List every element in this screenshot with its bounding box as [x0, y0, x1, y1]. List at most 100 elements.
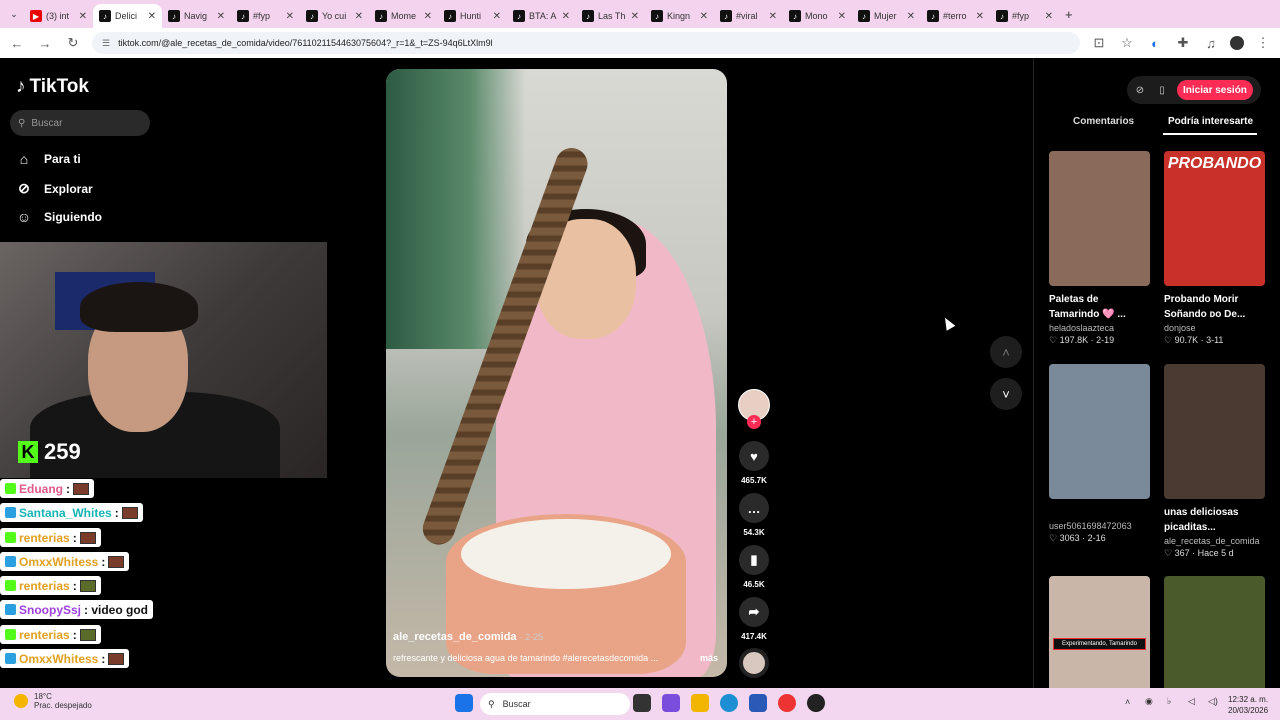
share-icon[interactable]: ➦: [739, 597, 769, 627]
extension-icon[interactable]: ◐: [1146, 36, 1164, 51]
tab-close-icon[interactable]: ✕: [700, 11, 708, 22]
mic-icon[interactable]: ♭: [1167, 696, 1171, 707]
tray-chevron-icon[interactable]: ˄: [1125, 697, 1130, 707]
video-thumbnail[interactable]: [1164, 364, 1265, 499]
menu-icon[interactable]: ⋮: [1254, 35, 1272, 51]
browser-tab[interactable]: ♪ Yo cui ✕: [300, 4, 369, 28]
nav-explore[interactable]: ⊘ Explorar: [16, 180, 93, 197]
reload-icon[interactable]: ↻: [64, 35, 82, 51]
tab-close-icon[interactable]: ✕: [286, 11, 294, 22]
tab-close-icon[interactable]: ✕: [148, 11, 156, 22]
tab-close-icon[interactable]: ✕: [355, 11, 363, 22]
tab-close-icon[interactable]: ✕: [493, 11, 501, 22]
profile-avatar[interactable]: [1230, 36, 1244, 50]
tab-comments[interactable]: Comentarios: [1073, 116, 1134, 127]
chat-username[interactable]: OmxxWhitess: [19, 652, 98, 666]
chat-username[interactable]: Eduang: [19, 482, 63, 496]
volume-icon[interactable]: ◁): [1208, 696, 1218, 707]
start-icon[interactable]: [455, 694, 473, 712]
edge-icon[interactable]: [720, 694, 738, 712]
suggested-video-card[interactable]: PROBANDO Probando Morir Soñando ᴅᴏ De... d…: [1164, 151, 1265, 346]
chat-username[interactable]: SnoopySsj: [19, 603, 81, 617]
chevron-up-icon[interactable]: ˄: [990, 336, 1022, 368]
music-disc[interactable]: [739, 648, 769, 678]
browser-tab[interactable]: ♪ Navig ✕: [162, 4, 231, 28]
suggested-video-card[interactable]: Paletas de Tamarindo 🩷 ... heladoslaaztec…: [1049, 151, 1150, 346]
browser-tab[interactable]: ♪ Mome ✕: [369, 4, 438, 28]
speaker-icon[interactable]: ◁: [1188, 696, 1195, 707]
tab-close-icon[interactable]: ✕: [1045, 11, 1053, 22]
browser-tab[interactable]: ♪ Las Th ✕: [576, 4, 645, 28]
tab-close-icon[interactable]: ✕: [79, 11, 87, 22]
browser-tab[interactable]: ♪ #fyp ✕: [231, 4, 300, 28]
tab-close-icon[interactable]: ✕: [976, 11, 984, 22]
chat-username[interactable]: renterias: [19, 628, 70, 642]
new-tab-button[interactable]: +: [1065, 7, 1073, 22]
tab-close-icon[interactable]: ✕: [631, 11, 639, 22]
card-author[interactable]: heladoslaazteca: [1049, 323, 1150, 333]
share-action[interactable]: ➦ 417.4K: [738, 597, 770, 641]
bookmark-icon[interactable]: ▮: [739, 545, 769, 575]
chat-username[interactable]: OmxxWhitess: [19, 555, 98, 569]
tab-close-icon[interactable]: ✕: [907, 11, 915, 22]
search-input[interactable]: ⚲ Buscar: [10, 110, 150, 136]
chat-username[interactable]: renterias: [19, 531, 70, 545]
puzzle-icon[interactable]: ✚: [1174, 35, 1192, 51]
like-action[interactable]: ♥ 465.7K: [738, 441, 770, 485]
card-author[interactable]: ale_recetas_de_comida: [1164, 536, 1265, 546]
chat-username[interactable]: renterias: [19, 579, 70, 593]
browser-tab[interactable]: ▶ (3) int ✕: [24, 4, 93, 28]
task-view-icon[interactable]: [633, 694, 651, 712]
video-player[interactable]: ale_recetas_de_comida · 2-25 refrescante…: [386, 69, 727, 677]
suggested-video-card[interactable]: user5061698472063 ♡ 3063 · 2-16: [1049, 364, 1150, 544]
device-icon[interactable]: ▯: [1155, 85, 1169, 96]
tiktok-logo[interactable]: ♪ TikTok: [16, 76, 89, 98]
taskbar-search[interactable]: ⚲ Buscar: [480, 693, 630, 715]
comment-icon[interactable]: …: [739, 493, 769, 523]
back-icon[interactable]: ←: [8, 36, 26, 51]
save-action[interactable]: ▮ 46.5K: [738, 545, 770, 589]
forward-icon[interactable]: →: [36, 36, 54, 51]
nav-for-you[interactable]: ⌂ Para ti: [16, 151, 81, 167]
tab-close-icon[interactable]: ✕: [769, 11, 777, 22]
store-icon[interactable]: [749, 694, 767, 712]
tab-close-icon[interactable]: ✕: [424, 11, 432, 22]
heart-icon[interactable]: ♥: [739, 441, 769, 471]
browser-tab[interactable]: ♪ Mono ✕: [783, 4, 852, 28]
site-info-icon[interactable]: ☰: [102, 38, 110, 49]
file-explorer-icon[interactable]: [691, 694, 709, 712]
wifi-icon[interactable]: ◉: [1145, 696, 1153, 707]
address-bar[interactable]: ☰ tiktok.com/@ale_recetas_de_comida/vide…: [92, 32, 1080, 54]
copilot-icon[interactable]: [662, 694, 680, 712]
tab-suggested[interactable]: Podría interesarte: [1168, 116, 1253, 127]
browser-tab[interactable]: ♪ Hunti ✕: [438, 4, 507, 28]
video-thumbnail[interactable]: PROBANDO: [1164, 151, 1265, 286]
tab-close-icon[interactable]: ✕: [562, 11, 570, 22]
more-link[interactable]: más: [700, 653, 718, 663]
tab-close-icon[interactable]: ✕: [838, 11, 846, 22]
chrome-icon[interactable]: [778, 694, 796, 712]
browser-tab[interactable]: ♪ Mujer ✕: [852, 4, 921, 28]
video-thumbnail[interactable]: [1049, 151, 1150, 286]
browser-tab[interactable]: ♪ Delici ✕: [93, 4, 162, 28]
install-icon[interactable]: ⊡: [1090, 35, 1108, 51]
comment-action[interactable]: … 54.3K: [738, 493, 770, 537]
browser-tab[interactable]: ♪ #fyp ✕: [990, 4, 1059, 28]
video-thumbnail[interactable]: [1049, 364, 1150, 499]
follow-plus-icon[interactable]: +: [747, 415, 761, 429]
login-button[interactable]: Iniciar sesión: [1177, 80, 1253, 100]
suggested-video-card[interactable]: unas deliciosas picaditas... ale_recetas_…: [1164, 364, 1265, 559]
coin-icon[interactable]: ⊘: [1133, 85, 1147, 96]
weather-widget[interactable]: 18°C Prac. despejado: [14, 692, 92, 710]
card-author[interactable]: user5061698472063: [1049, 521, 1150, 531]
browser-tab[interactable]: ♪ #viral ✕: [714, 4, 783, 28]
video-author[interactable]: ale_recetas_de_comida · 2-25: [393, 631, 718, 643]
system-clock[interactable]: 12:32 a. m. 20/03/2026: [1228, 694, 1268, 716]
browser-tab[interactable]: ♪ BTA: A ✕: [507, 4, 576, 28]
card-author[interactable]: donjose: [1164, 323, 1265, 333]
bookmark-star-icon[interactable]: ☆: [1118, 35, 1136, 51]
chat-username[interactable]: Santana_Whites: [19, 506, 112, 520]
tab-close-icon[interactable]: ✕: [217, 11, 225, 22]
browser-tab[interactable]: ♪ #terro ✕: [921, 4, 990, 28]
chevron-down-icon[interactable]: ˅: [990, 378, 1022, 410]
